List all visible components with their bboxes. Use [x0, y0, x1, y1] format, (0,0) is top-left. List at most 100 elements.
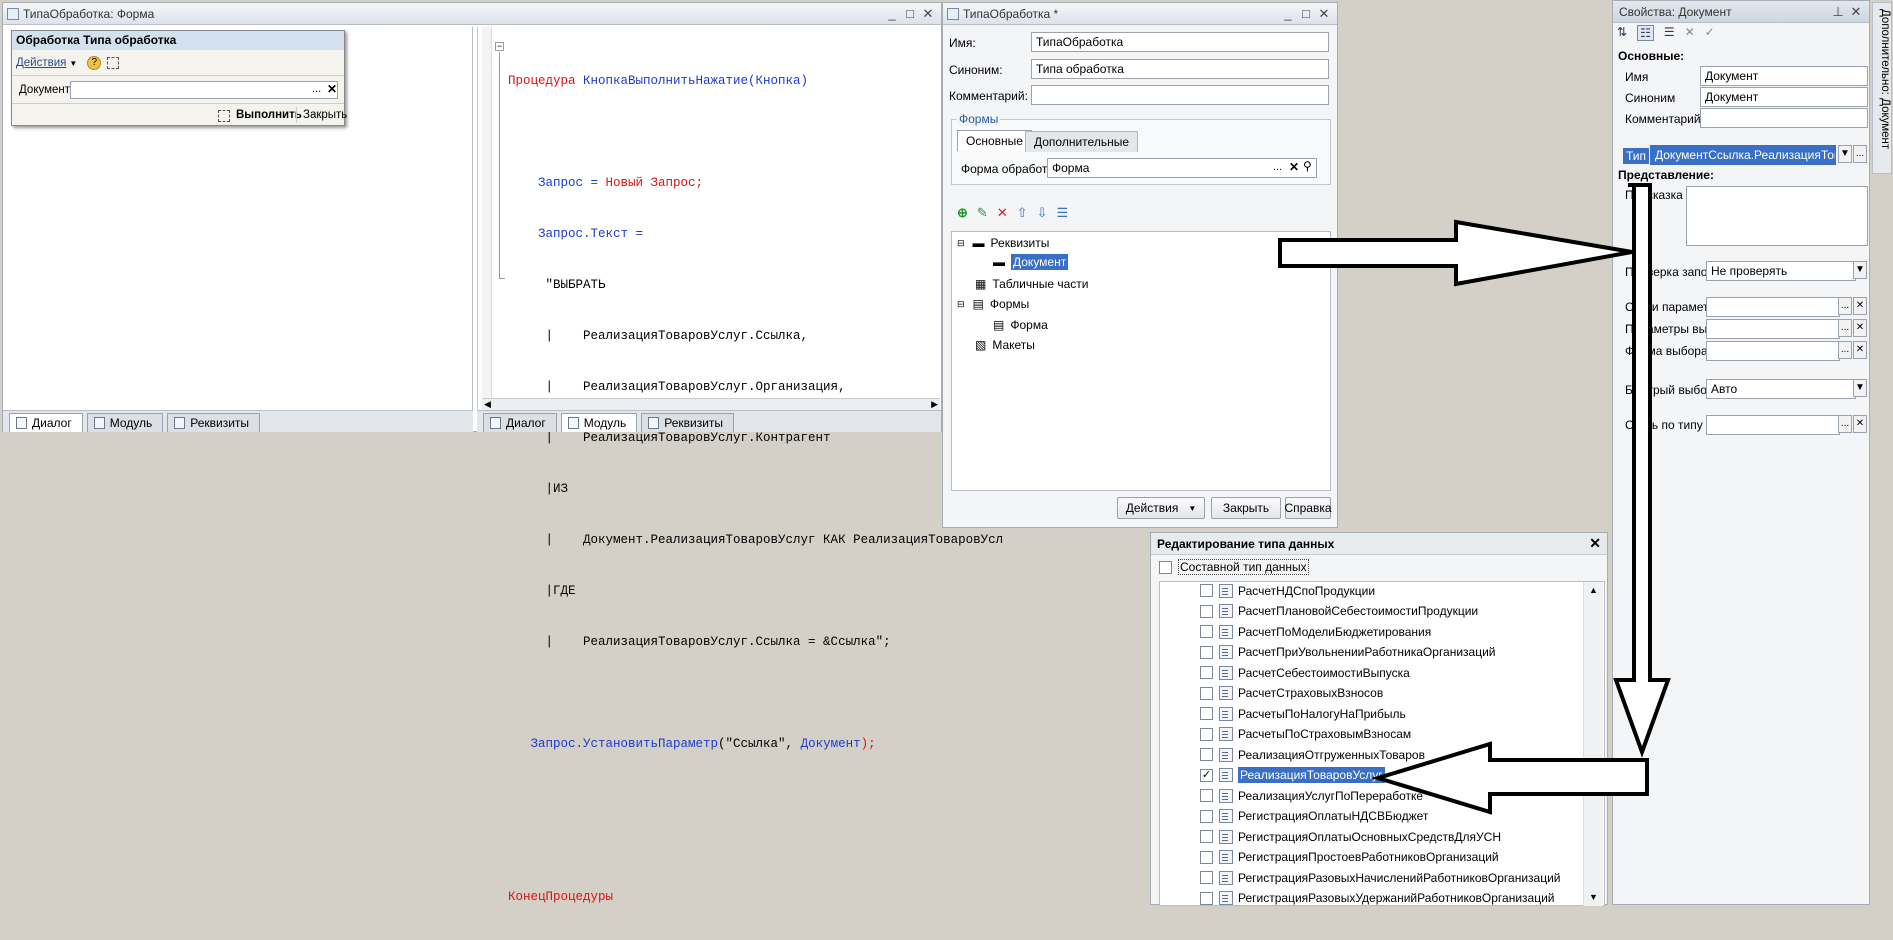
- actions-menu[interactable]: Действия: [16, 57, 66, 69]
- type-list-item[interactable]: РасчетыПоНалогуНаПрибыль: [1200, 704, 1406, 723]
- type-list-item[interactable]: РасчетСтраховыхВзносов: [1200, 684, 1383, 703]
- collapse-icon[interactable]: −: [495, 42, 504, 51]
- maximize-icon[interactable]: □: [1297, 6, 1315, 21]
- properties-side-tab[interactable]: Дополнительно: Документ: [1872, 2, 1892, 174]
- type-checkbox[interactable]: [1200, 584, 1213, 597]
- select-icon[interactable]: ...: [1838, 341, 1852, 359]
- select-icon[interactable]: ...: [1273, 161, 1282, 173]
- close-icon[interactable]: ✕: [1315, 6, 1333, 22]
- type-checkbox[interactable]: [1200, 686, 1213, 700]
- collapse-icon[interactable]: ⊟: [957, 299, 965, 310]
- clear-icon[interactable]: ✕: [1853, 319, 1867, 337]
- scroll-left-icon[interactable]: ◀: [484, 399, 491, 410]
- type-list-item[interactable]: РасчетНДСпоПродукции: [1200, 581, 1375, 600]
- type-checkbox[interactable]: [1200, 727, 1213, 741]
- clear-icon[interactable]: ✕: [1289, 160, 1299, 174]
- actions-button[interactable]: Действия ▼: [1117, 497, 1205, 519]
- pin-icon[interactable]: ⊥: [1829, 4, 1847, 20]
- close-button[interactable]: Закрыть: [296, 107, 347, 123]
- vertical-scrollbar[interactable]: ▲ ▼: [1583, 582, 1603, 906]
- select-icon[interactable]: ...: [1853, 145, 1867, 163]
- composite-type-checkbox[interactable]: [1159, 560, 1172, 574]
- prop-hint-input[interactable]: [1686, 186, 1868, 246]
- select-icon[interactable]: ...: [312, 83, 321, 95]
- type-checkbox[interactable]: [1200, 604, 1213, 618]
- maximize-icon[interactable]: □: [901, 6, 919, 21]
- prop-fill-check-select[interactable]: Не проверять: [1706, 261, 1856, 281]
- scroll-up-icon[interactable]: ▲: [1589, 585, 1598, 595]
- tree-node-forms[interactable]: ⊟ ▤ Формы: [957, 297, 1029, 311]
- tab-dialog[interactable]: Диалог: [9, 413, 83, 432]
- categorize-icon[interactable]: ☷: [1637, 25, 1654, 41]
- type-list-item[interactable]: РегистрацияРазовыхНачисленийРаботниковОр…: [1200, 868, 1560, 887]
- properties-titlebar[interactable]: Свойства: Документ ⊥ ✕: [1613, 1, 1869, 23]
- type-list-item[interactable]: ✓ РеализацияТоваровУслуг: [1200, 766, 1385, 785]
- sort-icon[interactable]: ⇅: [1617, 25, 1627, 41]
- select-icon[interactable]: ...: [1838, 319, 1852, 337]
- type-checkbox[interactable]: [1200, 850, 1213, 864]
- delete-icon[interactable]: ✕: [997, 205, 1008, 221]
- type-list-item[interactable]: РегистрацияОплатыНДСВБюджет: [1200, 807, 1428, 826]
- clear-icon[interactable]: ✕: [1853, 341, 1867, 359]
- section-main-label[interactable]: Основные:: [1618, 49, 1684, 63]
- type-checkbox[interactable]: [1200, 871, 1213, 884]
- clear-icon[interactable]: ✕: [1853, 297, 1867, 315]
- tree-node-form[interactable]: ▤ Форма: [993, 318, 1048, 332]
- list-icon[interactable]: ☰: [1664, 25, 1675, 41]
- prop-param-link-input[interactable]: [1706, 297, 1840, 317]
- processing-titlebar[interactable]: ТипаОбработка * _ □ ✕: [943, 3, 1337, 25]
- type-checkbox[interactable]: [1200, 789, 1213, 802]
- tree-node-document[interactable]: ▬ Документ: [993, 254, 1069, 270]
- prop-synonym-input[interactable]: Документ: [1700, 87, 1868, 107]
- tab-module[interactable]: Модуль: [86, 413, 164, 432]
- close-icon[interactable]: ✕: [1589, 535, 1601, 552]
- type-list-item[interactable]: РасчетПоМоделиБюджетирования: [1200, 622, 1431, 641]
- prop-quick-choice-select[interactable]: Авто: [1706, 379, 1856, 399]
- tree-node-tabular-sections[interactable]: ▦ Табличные части: [975, 277, 1088, 291]
- help-button[interactable]: Справка: [1284, 497, 1332, 519]
- prop-type-link-input[interactable]: [1706, 415, 1840, 435]
- type-checkbox[interactable]: [1200, 809, 1213, 823]
- minimize-icon[interactable]: _: [1279, 6, 1297, 21]
- collapse-icon[interactable]: ⊟: [957, 238, 965, 249]
- type-list-item[interactable]: РеализацияУслугПоПереработке: [1200, 786, 1423, 805]
- section-view-label[interactable]: Представление:: [1618, 168, 1714, 182]
- apply-icon[interactable]: ✓: [1705, 25, 1715, 41]
- clear-icon[interactable]: ✕: [1853, 415, 1867, 433]
- minimize-icon[interactable]: _: [883, 6, 901, 21]
- search-icon[interactable]: ⚲: [1303, 159, 1312, 173]
- close-icon[interactable]: ✕: [1847, 4, 1865, 20]
- prop-choice-form-input[interactable]: [1706, 341, 1840, 361]
- tree-node-attributes[interactable]: ⊟ ▬ Реквизиты: [957, 236, 1049, 250]
- tab-module[interactable]: Модуль: [560, 413, 638, 432]
- tab-attributes[interactable]: Реквизиты: [167, 413, 261, 432]
- type-list-item[interactable]: РеализацияОтгруженныхТоваров: [1200, 745, 1425, 764]
- prop-params-input[interactable]: [1706, 319, 1840, 339]
- tab-extra[interactable]: Дополнительные: [1025, 131, 1138, 152]
- tab-main[interactable]: Основные: [957, 130, 1032, 151]
- clear-icon[interactable]: ✕: [327, 82, 337, 96]
- type-list-item[interactable]: РегистрацияОплатыОсновныхСредствДляУСН: [1200, 827, 1501, 846]
- close-icon[interactable]: ✕: [919, 6, 937, 22]
- form-window-titlebar[interactable]: ТипаОбработка: Форма _ □ ✕: [3, 3, 941, 25]
- scroll-down-icon[interactable]: ▼: [1589, 892, 1598, 902]
- comment-input[interactable]: [1031, 85, 1329, 105]
- close-button[interactable]: Закрыть: [1211, 497, 1281, 519]
- prop-name-input[interactable]: Документ: [1700, 66, 1868, 86]
- type-editor-titlebar[interactable]: Редактирование типа данных ✕: [1151, 533, 1607, 555]
- type-list-item[interactable]: РасчетПриУвольненииРаботникаОрганизаций: [1200, 643, 1496, 662]
- pencil-icon[interactable]: ✎: [977, 205, 988, 221]
- add-icon[interactable]: ⊕: [957, 205, 968, 221]
- type-list-item[interactable]: РегистрацияПростоевРаботниковОрганизаций: [1200, 848, 1499, 867]
- module-editor[interactable]: − Процедура КнопкаВыполнитьНажатие(Кнопк…: [477, 27, 1003, 904]
- select-icon[interactable]: ...: [1838, 297, 1852, 315]
- type-checkbox[interactable]: [1200, 625, 1213, 638]
- chevron-down-icon[interactable]: ▼: [1838, 145, 1852, 163]
- prop-comment-input[interactable]: [1700, 108, 1868, 128]
- type-checkbox[interactable]: [1200, 748, 1213, 761]
- tree-node-layouts[interactable]: ▧ Макеты: [975, 338, 1035, 352]
- tab-dialog[interactable]: Диалог: [483, 413, 557, 432]
- help-icon[interactable]: ?: [87, 56, 102, 70]
- chevron-down-icon[interactable]: ▼: [1853, 379, 1867, 397]
- type-checkbox[interactable]: [1200, 666, 1213, 679]
